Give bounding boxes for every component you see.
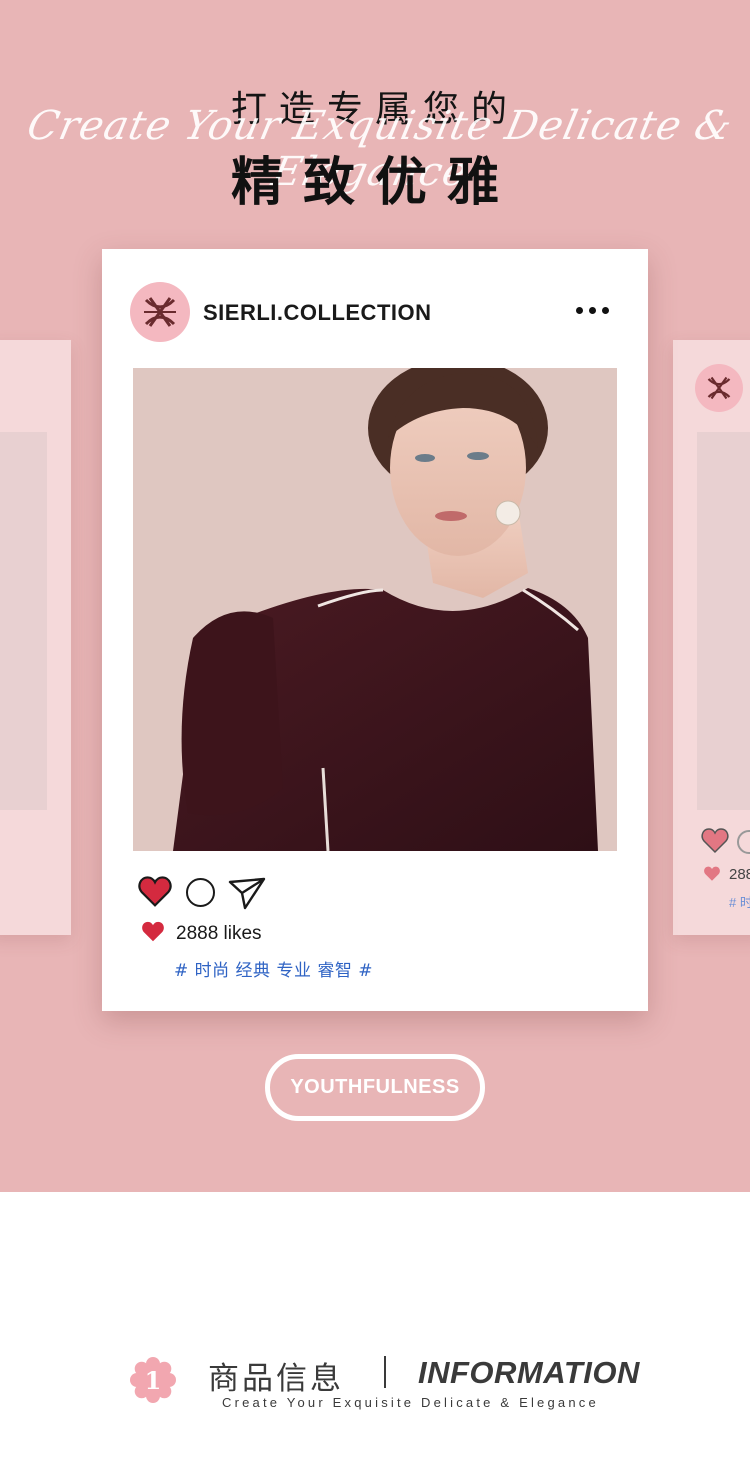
share-icon[interactable] (228, 876, 266, 910)
heart-icon (701, 828, 729, 854)
more-dots-icon[interactable] (576, 307, 609, 314)
heart-icon (142, 921, 164, 942)
hero-section: 打造专属您的 Create Your Exquisite Delicate & … (0, 0, 750, 1192)
info-divider (384, 1356, 386, 1388)
youthfulness-badge: YOUTHFULNESS (265, 1054, 485, 1121)
likes-count: 2888 likes (176, 923, 262, 944)
info-section-number: 1 (144, 1365, 162, 1395)
info-title-en: INFORMATION (418, 1355, 640, 1390)
account-name[interactable]: SIERLI.COLLECTION (203, 300, 432, 326)
ghost-card-right: 288 # 时 (673, 340, 750, 935)
sierli-monogram-icon[interactable] (130, 282, 190, 342)
hero-title-line2: 精致优雅 (230, 153, 519, 213)
info-subtitle: Create Your Exquisite Delicate & Eleganc… (222, 1395, 599, 1410)
ghost-card-image (697, 432, 750, 810)
ghost-card-image (0, 432, 47, 810)
post-card: SIERLI.COLLECTION 2888 likes # 时尚 经典 专业 … (102, 249, 648, 1011)
comment-icon[interactable] (186, 878, 215, 907)
info-title-cn: 商品信息 (208, 1361, 344, 1397)
heart-icon (704, 866, 720, 881)
post-photo[interactable] (133, 368, 617, 851)
ghost-hashtag-partial: # 时 (729, 895, 750, 910)
sierli-monogram-icon (695, 364, 743, 412)
youthfulness-badge-label: YOUTHFULNESS (290, 1076, 460, 1098)
heart-icon[interactable] (138, 876, 172, 908)
ghost-card-left (0, 340, 71, 935)
comment-icon (737, 830, 750, 854)
ghost-likes-partial: 288 (729, 866, 750, 883)
post-hashtags[interactable]: # 时尚 经典 专业 睿智 # (174, 956, 373, 981)
